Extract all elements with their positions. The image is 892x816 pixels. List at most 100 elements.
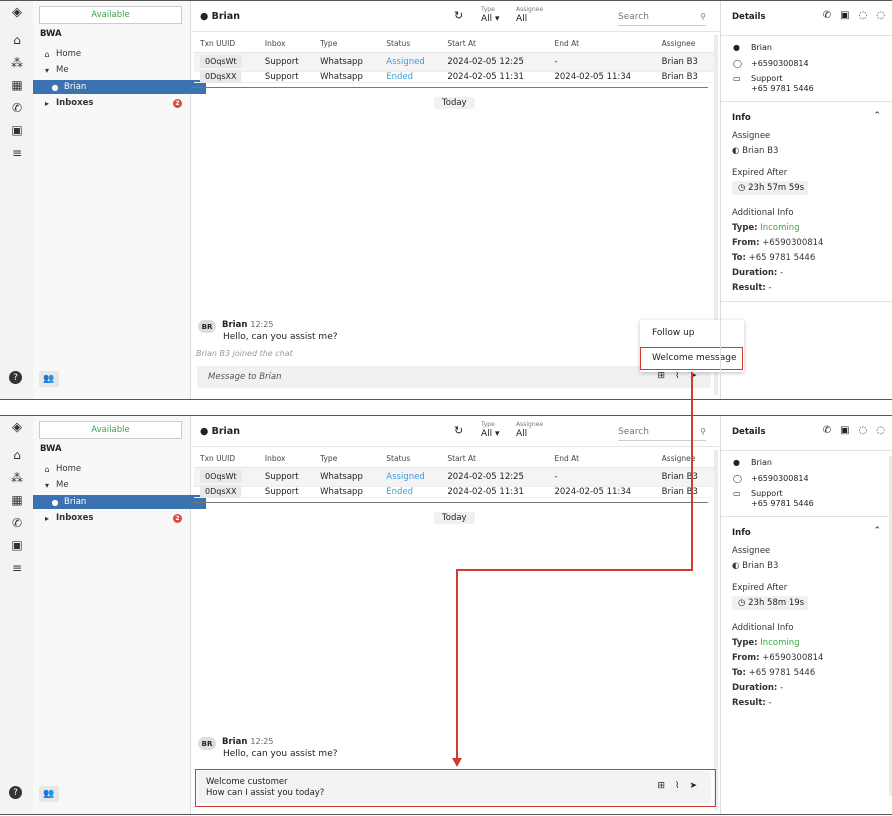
sidebar-item-home[interactable]: ⌂ Home xyxy=(33,462,198,476)
home-icon[interactable]: ⌂ xyxy=(9,448,25,462)
call-icon[interactable]: ✆ xyxy=(823,10,831,21)
phone-icon[interactable]: ✆ xyxy=(9,516,25,530)
chat-bubbles-icon[interactable]: ◌ xyxy=(876,425,885,436)
cell-end: - xyxy=(548,52,656,72)
search-icon: ⚲ xyxy=(700,427,706,436)
info-to: To: +65 9781 5446 xyxy=(732,668,815,678)
call-icon[interactable]: ✆ xyxy=(823,425,831,436)
message-text: Hello, can you assist me? xyxy=(223,749,338,759)
contact-card-icon[interactable]: ▣ xyxy=(840,425,849,436)
sidebar-item-home[interactable]: ⌂ Home xyxy=(33,47,198,61)
conversation-header: ● Brian ↻ Type All ▾ Assignee All Search ⚲ xyxy=(190,416,720,447)
chat-bubble-icon[interactable]: ◌ xyxy=(859,425,868,436)
sidebar-item-inboxes[interactable]: ▸ Inboxes 2 xyxy=(33,511,198,525)
contact-phone-row: ◯ +6590300814 xyxy=(733,59,809,68)
info-from: From: +6590300814 xyxy=(732,653,823,663)
dashboard-icon[interactable]: ▦ xyxy=(9,78,25,92)
date-divider: Today xyxy=(434,512,475,524)
table-row[interactable]: 0OqsWt Support Whatsapp Assigned 2024-02… xyxy=(194,52,714,72)
contact-card-icon[interactable]: ▣ xyxy=(9,123,25,137)
sidebar-item-me[interactable]: ▾ Me xyxy=(33,478,198,492)
contact-phone-row: ◯ +6590300814 xyxy=(733,474,809,483)
contact-name-value: Brian xyxy=(751,458,772,467)
chevron-up-icon[interactable]: ⌃ xyxy=(873,111,881,121)
info-duration: Duration: - xyxy=(732,268,783,278)
table-row[interactable]: 0DqsXX Support Whatsapp Ended 2024-02-05… xyxy=(194,485,714,498)
team-avatar[interactable]: 👥 xyxy=(39,786,59,802)
quick-reply-follow-up[interactable]: Follow up xyxy=(652,328,695,338)
assignee-filter[interactable]: Assignee All xyxy=(516,421,543,439)
team-icon[interactable]: ⁂ xyxy=(9,471,25,485)
team-icon[interactable]: ⁂ xyxy=(9,56,25,70)
status-selector[interactable]: Available xyxy=(39,6,182,24)
conversation-pane: ● Brian ↻ Type All ▾ Assignee All Search ⚲ … xyxy=(190,416,720,814)
details-actions: ✆ ▣ ◌ ◌ xyxy=(823,10,885,21)
dashboard-icon[interactable]: ▦ xyxy=(9,493,25,507)
user-icon: ● xyxy=(200,11,209,22)
attachment-icon[interactable]: ⌇ xyxy=(675,371,679,381)
contact-card-icon[interactable]: ▣ xyxy=(840,10,849,21)
scrollbar[interactable] xyxy=(714,450,718,810)
info-to-key: To: xyxy=(732,253,746,263)
avatar: ◐ xyxy=(732,146,740,156)
message-sender: Brian 12:25 xyxy=(222,320,273,330)
list-icon[interactable]: ≡ xyxy=(9,561,25,575)
sidebar-item-me[interactable]: ▾ Me xyxy=(33,63,198,77)
inbox-number: +65 9781 5446 xyxy=(751,84,814,93)
quick-reply-icon[interactable]: ⊞ xyxy=(658,371,666,381)
avatar: ◐ xyxy=(732,561,740,571)
team-avatar[interactable]: 👥 xyxy=(39,371,59,387)
cell-status: Ended xyxy=(380,71,442,83)
info-duration-value: - xyxy=(780,683,784,693)
chevron-up-icon[interactable]: ⌃ xyxy=(873,526,881,536)
home-icon[interactable]: ⌂ xyxy=(9,33,25,47)
phone-icon[interactable]: ✆ xyxy=(9,101,25,115)
avatar: BR xyxy=(198,737,216,750)
conversation-header: ● Brian ↻ Type All ▾ Assignee All Search ⚲ xyxy=(190,1,720,32)
cell-type: Whatsapp xyxy=(314,486,381,498)
clock-icon: ◷ xyxy=(738,183,746,193)
cell-type: Whatsapp xyxy=(314,71,381,83)
assignee-filter[interactable]: Assignee All xyxy=(516,6,543,24)
chat-bubbles-icon[interactable]: ◌ xyxy=(876,10,885,21)
sidebar-item-inboxes[interactable]: ▸ Inboxes 2 xyxy=(33,96,198,110)
info-to-value: +65 9781 5446 xyxy=(748,253,816,263)
uuid-chip: 0OqsWt xyxy=(200,470,242,483)
table-row[interactable]: 0DqsXX Support Whatsapp Ended 2024-02-05… xyxy=(194,70,714,83)
help-icon[interactable]: ? xyxy=(9,786,22,799)
col-end-at: End At xyxy=(548,450,656,468)
status-selector[interactable]: Available xyxy=(39,421,182,439)
table-resize-divider[interactable] xyxy=(190,502,708,503)
cell-end: - xyxy=(548,467,656,487)
message-composer[interactable]: Message to Brian ⊞ ⌇ ➤ xyxy=(197,366,711,388)
transactions-table: Txn UUID Inbox Type Status Start At End … xyxy=(194,35,714,83)
cell-status: Assigned xyxy=(380,52,442,72)
col-status: Status xyxy=(380,450,442,468)
assignee-filter-value: All xyxy=(516,429,528,439)
chat-bubble-icon[interactable]: ◌ xyxy=(859,10,868,21)
search-input[interactable]: Search ⚲ xyxy=(618,12,706,26)
refresh-icon[interactable]: ↻ xyxy=(454,424,463,437)
table-resize-divider[interactable] xyxy=(190,87,708,88)
list-icon[interactable]: ≡ xyxy=(9,146,25,160)
col-inbox: Inbox xyxy=(258,450,315,468)
help-icon[interactable]: ? xyxy=(9,371,22,384)
sidebar-item-label: Brian xyxy=(64,82,87,92)
cell-type: Whatsapp xyxy=(314,467,381,487)
divider xyxy=(721,101,892,102)
info-result-value: - xyxy=(768,698,772,708)
contact-card-icon[interactable]: ▣ xyxy=(9,538,25,552)
sidebar-item-label: Me xyxy=(56,480,69,490)
type-filter[interactable]: Type All ▾ xyxy=(481,421,500,439)
assignee-filter-label: Assignee xyxy=(516,421,544,428)
col-start-at: Start At xyxy=(441,35,549,53)
sidebar-item-brian[interactable]: ● Brian xyxy=(33,80,206,94)
contact-phone-value: +6590300814 xyxy=(751,59,809,68)
sidebar-item-brian[interactable]: ● Brian xyxy=(33,495,206,509)
type-filter[interactable]: Type All ▾ xyxy=(481,6,500,24)
info-type: Type: Incoming xyxy=(732,638,800,648)
arrowhead-icon xyxy=(452,758,462,767)
table-row[interactable]: 0OqsWt Support Whatsapp Assigned 2024-02… xyxy=(194,467,714,487)
refresh-icon[interactable]: ↻ xyxy=(454,9,463,22)
col-start-at: Start At xyxy=(441,450,549,468)
